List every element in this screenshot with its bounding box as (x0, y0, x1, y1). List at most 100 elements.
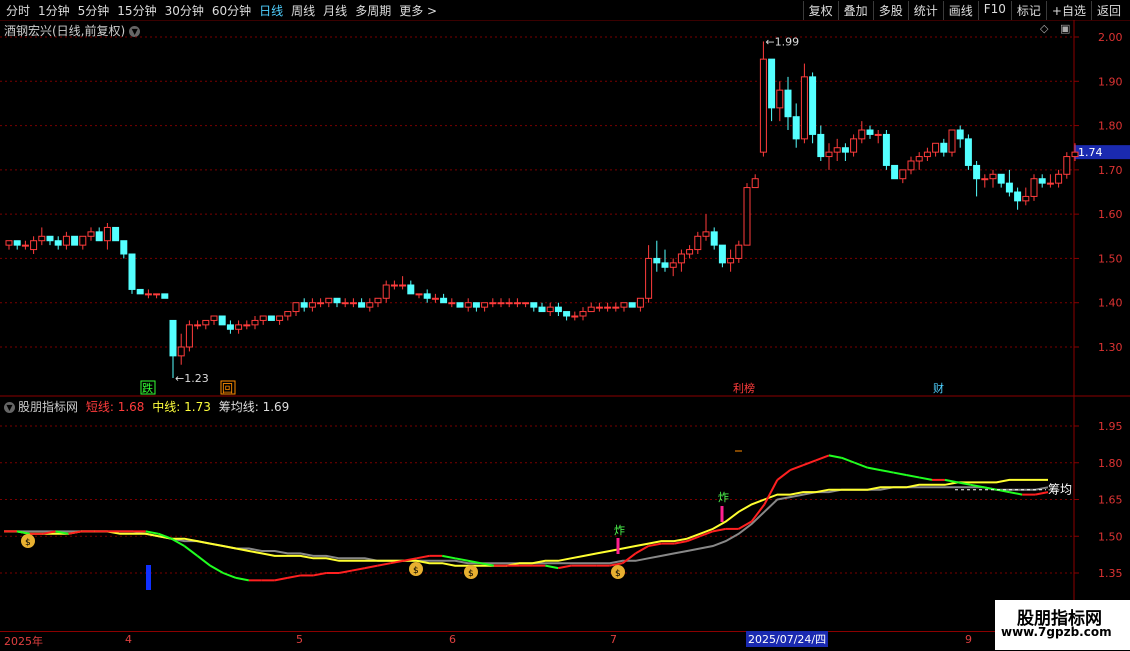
price-label: 2.00 (1098, 31, 1123, 44)
candle-body (136, 288, 144, 295)
short-line-segment (867, 466, 881, 472)
candle-body (563, 311, 571, 317)
candle-body (423, 293, 431, 299)
candle-body (243, 324, 251, 327)
candle-body (481, 302, 489, 308)
candle-body (1014, 191, 1022, 202)
candle-body (710, 231, 718, 246)
short-line-segment (196, 555, 211, 567)
candle-body (743, 187, 751, 246)
low-label: ←1.23 (175, 372, 209, 385)
candle-body (1071, 151, 1079, 158)
short-line-segment (635, 545, 649, 555)
candle-body (915, 156, 923, 162)
candle-body (595, 306, 603, 309)
candle-body (841, 147, 849, 153)
candle-body (325, 297, 333, 304)
short-line-segment (364, 564, 378, 570)
chart-canvas[interactable]: 2.00 1.90 1.80 1.70 1.60 1.50 1.40 1.30 1.74 ←1.9… (0, 0, 1130, 650)
short-line-segment (209, 564, 224, 574)
short-line-segment (558, 564, 572, 570)
candle-body (1055, 173, 1063, 184)
candle-body (46, 235, 54, 242)
candle-body (604, 306, 612, 309)
mid-line (4, 478, 1048, 567)
candle-body (497, 302, 505, 305)
candle-body (661, 262, 669, 268)
candle-body (218, 315, 226, 326)
candle-body (284, 311, 292, 317)
candle-body (95, 231, 103, 242)
candle-body (267, 315, 275, 321)
candle-body (440, 297, 448, 304)
current-price-label: 1.74 (1078, 146, 1103, 159)
candle-body (30, 240, 38, 251)
candle-body (489, 302, 497, 305)
candle-body (87, 231, 95, 237)
candle-body (317, 302, 325, 305)
date-month: 7 (610, 633, 617, 646)
date-axis: 2025年 4 5 6 7 9 (0, 631, 1130, 651)
short-line-segment (712, 527, 726, 533)
candle-body (948, 129, 956, 153)
short-line-segment (545, 564, 559, 570)
candle-body (456, 302, 464, 308)
candle-body (431, 297, 439, 300)
chevron-down-icon[interactable]: ▼ (4, 402, 15, 413)
candle-body (185, 324, 193, 348)
short-line-segment (1034, 491, 1049, 496)
mid-value: 1.73 (184, 400, 211, 414)
short-line-segment (235, 576, 250, 582)
candle-body (554, 306, 562, 313)
candle-body (981, 178, 989, 181)
candle-body (1046, 182, 1054, 185)
candle-body (120, 240, 128, 255)
candle-body (71, 235, 79, 246)
candle-body (276, 315, 284, 321)
price-label: 1.30 (1098, 341, 1123, 354)
candle-body (702, 231, 710, 237)
candle-body (571, 315, 579, 318)
chip-label: 筹均线: (218, 400, 259, 414)
candle-body (628, 302, 636, 308)
candle-body (415, 293, 423, 296)
short-line-segment (351, 567, 366, 572)
chip-tag: 筹均 (1048, 483, 1072, 497)
event-marker: 跌 (142, 381, 153, 395)
candle-body (718, 244, 726, 264)
selected-date: 2025/07/24/四 (746, 631, 829, 647)
candle-body (809, 76, 817, 135)
short-line-segment (841, 456, 856, 464)
indicator-axis-label: 1.65 (1098, 494, 1123, 507)
candle-body (784, 89, 792, 118)
candle-body (850, 138, 858, 153)
candle-body (513, 302, 521, 305)
short-line-segment (776, 469, 791, 481)
candle-body (153, 293, 161, 296)
candle-body (341, 302, 349, 305)
candle-body (251, 319, 259, 326)
mid-label: 中线: (152, 400, 181, 414)
candle-body (997, 173, 1005, 184)
candle-body (1030, 178, 1038, 197)
candle-body (38, 235, 46, 242)
candle-body (751, 178, 759, 189)
candle-body (800, 76, 808, 140)
candle-body (128, 253, 136, 290)
short-line-segment (854, 461, 868, 469)
candle-body (62, 235, 70, 246)
candle-body (776, 89, 784, 109)
indicator-name: 股朋指标网 (18, 400, 79, 414)
candle-body (538, 306, 546, 313)
candle-body (858, 129, 866, 140)
candle-body (768, 58, 776, 109)
buy-tag: 炸 (614, 524, 625, 537)
candle-body (161, 293, 169, 299)
candle-body (21, 244, 29, 247)
short-line-segment (377, 562, 391, 567)
candle-body (5, 240, 13, 246)
chip-value: 1.69 (262, 400, 290, 414)
price-label: 1.80 (1098, 120, 1123, 133)
candle-body (612, 306, 620, 309)
candle-body (399, 284, 407, 287)
